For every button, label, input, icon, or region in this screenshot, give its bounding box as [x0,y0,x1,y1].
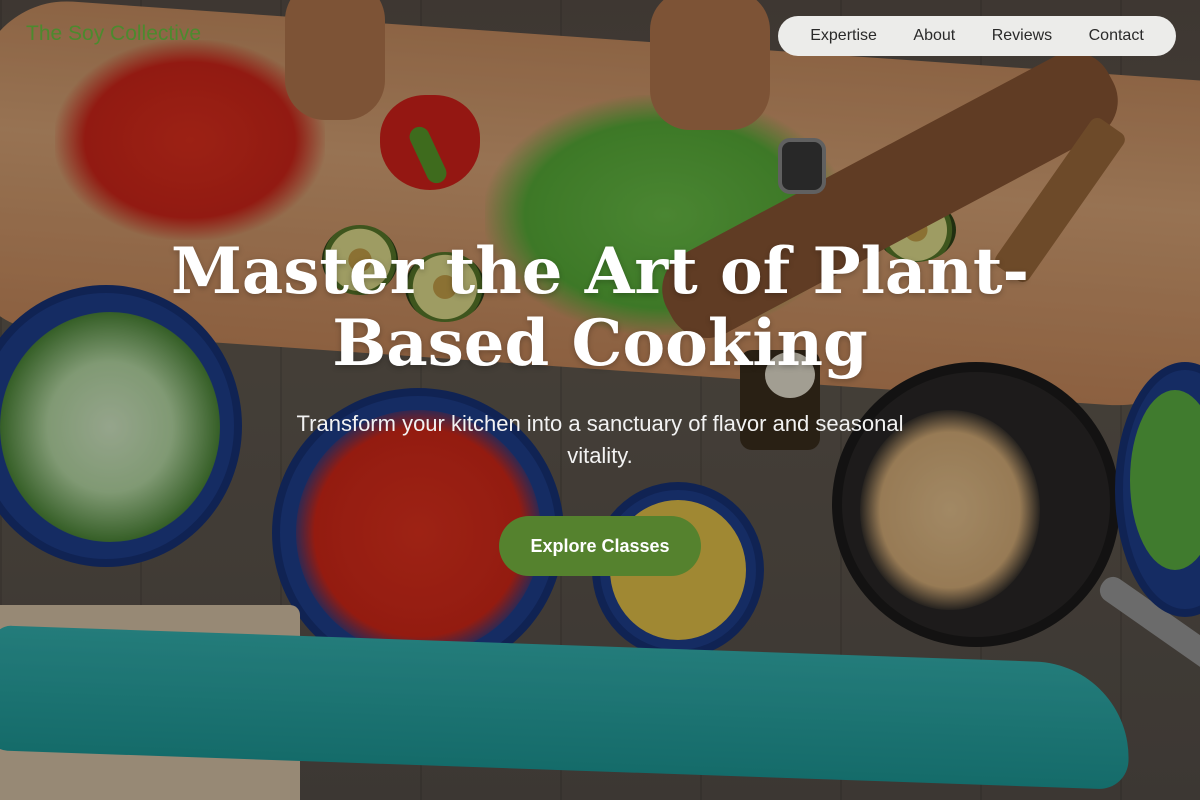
nav-link-reviews[interactable]: Reviews [992,27,1052,45]
nav-link-expertise[interactable]: Expertise [810,27,877,45]
main-nav: Expertise About Reviews Contact [778,16,1176,56]
hero-section: Master the Art of Plant-Based Cooking Tr… [0,236,1200,576]
nav-link-contact[interactable]: Contact [1089,27,1144,45]
nav-link-about[interactable]: About [913,27,955,45]
hero-title: Master the Art of Plant-Based Cooking [171,234,1029,381]
hero-subtitle: Transform your kitchen into a sanctuary … [296,411,904,468]
explore-classes-button[interactable]: Explore Classes [499,516,701,576]
brand-logo[interactable]: The Soy Collective [26,22,201,46]
